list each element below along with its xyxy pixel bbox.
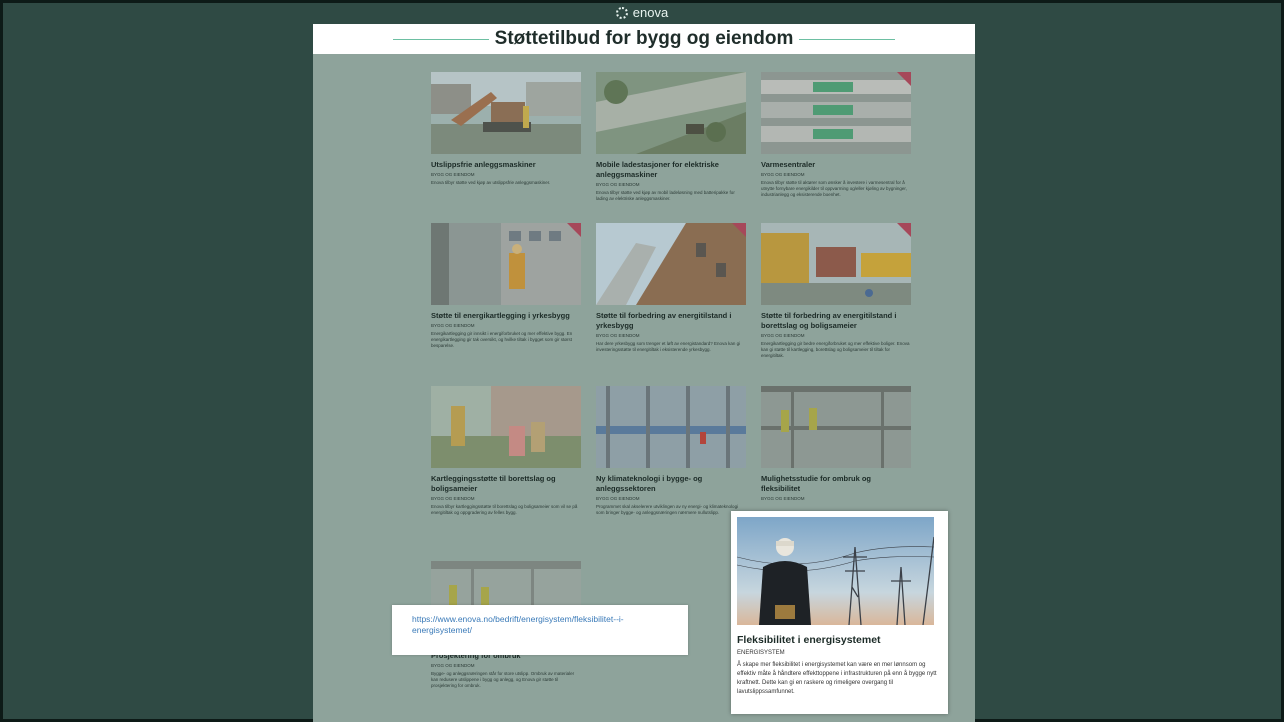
card-category: BYGG OG EIENDOM: [431, 663, 475, 668]
popup-category: ENERGISYSTEM: [737, 650, 785, 656]
offer-card[interactable]: Støtte til forbedring av energitilstand …: [596, 223, 746, 353]
card-description: Enova tilbyr støtte til aktører som ønsk…: [761, 180, 907, 197]
card-title: Utslippsfrie anleggsmaskiner: [431, 160, 536, 169]
popup-description: Å skape mer fleksibilitet i energisystem…: [737, 662, 937, 695]
card-description: Energikartlegging gir innsikt i energifo…: [431, 331, 573, 348]
card-image-heating-pipes: [761, 72, 911, 154]
card-title: Støtte til forbedring av energitilstand …: [596, 311, 732, 330]
new-badge: [567, 223, 581, 237]
page-title: Støttetilbud for bygg og eiendom: [494, 28, 794, 49]
offer-card[interactable]: Mobile ladestasjoner for elektriske anle…: [596, 72, 746, 202]
card-description: Programmet skal akselerere utviklingen a…: [596, 504, 739, 515]
link-url-tooltip: https://www.enova.no/bedrift/energisyste…: [392, 605, 688, 655]
card-description: Energikartlegging gir bedre energiforbru…: [761, 341, 910, 358]
card-image-garden-people: [431, 386, 581, 468]
card-title: Kartleggingsstøtte til borettslag og bol…: [431, 474, 556, 493]
card-title: Støtte til energikartlegging i yrkesbygg: [431, 311, 570, 320]
card-image-aerial-site: [596, 72, 746, 154]
card-description: Enova tilbyr kartleggingsstøtte til bore…: [431, 504, 578, 515]
offer-card[interactable]: Varmesentraler BYGG OG EIENDOM Enova til…: [761, 72, 911, 198]
card-image-scaffold-workers: [761, 386, 911, 468]
enova-sun-icon: [615, 7, 628, 19]
offer-card[interactable]: Støtte til energikartlegging i yrkesbygg…: [431, 223, 581, 349]
card-category: BYGG OG EIENDOM: [431, 323, 475, 328]
link-url: https://www.enova.no/bedrift/energisyste…: [412, 614, 624, 635]
card-description: Har dere yrkesbygg som trenger et løft a…: [596, 341, 741, 352]
card-description: Bygge- og anleggsnæringen står for store…: [431, 671, 575, 688]
offer-card[interactable]: Støtte til forbedring av energitilstand …: [761, 223, 911, 359]
card-title: Støtte til forbedring av energitilstand …: [761, 311, 897, 330]
card-category: BYGG OG EIENDOM: [431, 172, 475, 177]
page-header: Støttetilbud for bygg og eiendom: [313, 24, 975, 54]
card-image-excavator: [431, 72, 581, 154]
card-description: Enova tilbyr støtte ved kjøp av utslipps…: [431, 180, 551, 185]
card-category: BYGG OG EIENDOM: [761, 172, 805, 177]
card-title: Mobile ladestasjoner for elektriske anle…: [596, 160, 719, 179]
header-divider-left: [392, 38, 489, 40]
popup-title: Fleksibilitet i energisystemet: [737, 634, 881, 646]
card-image-power-lines: [737, 517, 934, 625]
new-badge: [897, 72, 911, 86]
brand-name: enova: [632, 5, 669, 20]
card-title: Ny klimateknologi i bygge- og anleggssek…: [596, 474, 703, 493]
offer-card[interactable]: Ny klimateknologi i bygge- og anleggssek…: [596, 386, 746, 516]
offer-card[interactable]: Utslippsfrie anleggsmaskiner BYGG OG EIE…: [431, 72, 581, 186]
card-category: BYGG OG EIENDOM: [431, 496, 475, 501]
header-divider-right: [799, 38, 896, 40]
card-category: BYGG OG EIENDOM: [596, 182, 640, 187]
card-image-housing: [761, 223, 911, 305]
card-title: Varmesentraler: [761, 160, 816, 169]
highlighted-offer-card[interactable]: Fleksibilitet i energisystemet ENERGISYS…: [731, 511, 948, 714]
card-category: BYGG OG EIENDOM: [596, 496, 640, 501]
new-badge: [732, 223, 746, 237]
card-category: BYGG OG EIENDOM: [596, 333, 640, 338]
new-badge: [897, 223, 911, 237]
brand-logo[interactable]: enova: [0, 5, 1284, 20]
card-image-worker-building: [431, 223, 581, 305]
offer-card[interactable]: Mulighetsstudie for ombruk og fleksibili…: [761, 386, 911, 501]
card-category: BYGG OG EIENDOM: [761, 496, 805, 501]
card-image-steel-structure: [596, 386, 746, 468]
card-category: BYGG OG EIENDOM: [761, 333, 805, 338]
card-image-facade: [596, 223, 746, 305]
card-title: Mulighetsstudie for ombruk og fleksibili…: [761, 474, 871, 493]
offer-card[interactable]: Kartleggingsstøtte til borettslag og bol…: [431, 386, 581, 516]
card-description: Enova tilbyr støtte ved kjøp av mobil la…: [596, 190, 735, 201]
